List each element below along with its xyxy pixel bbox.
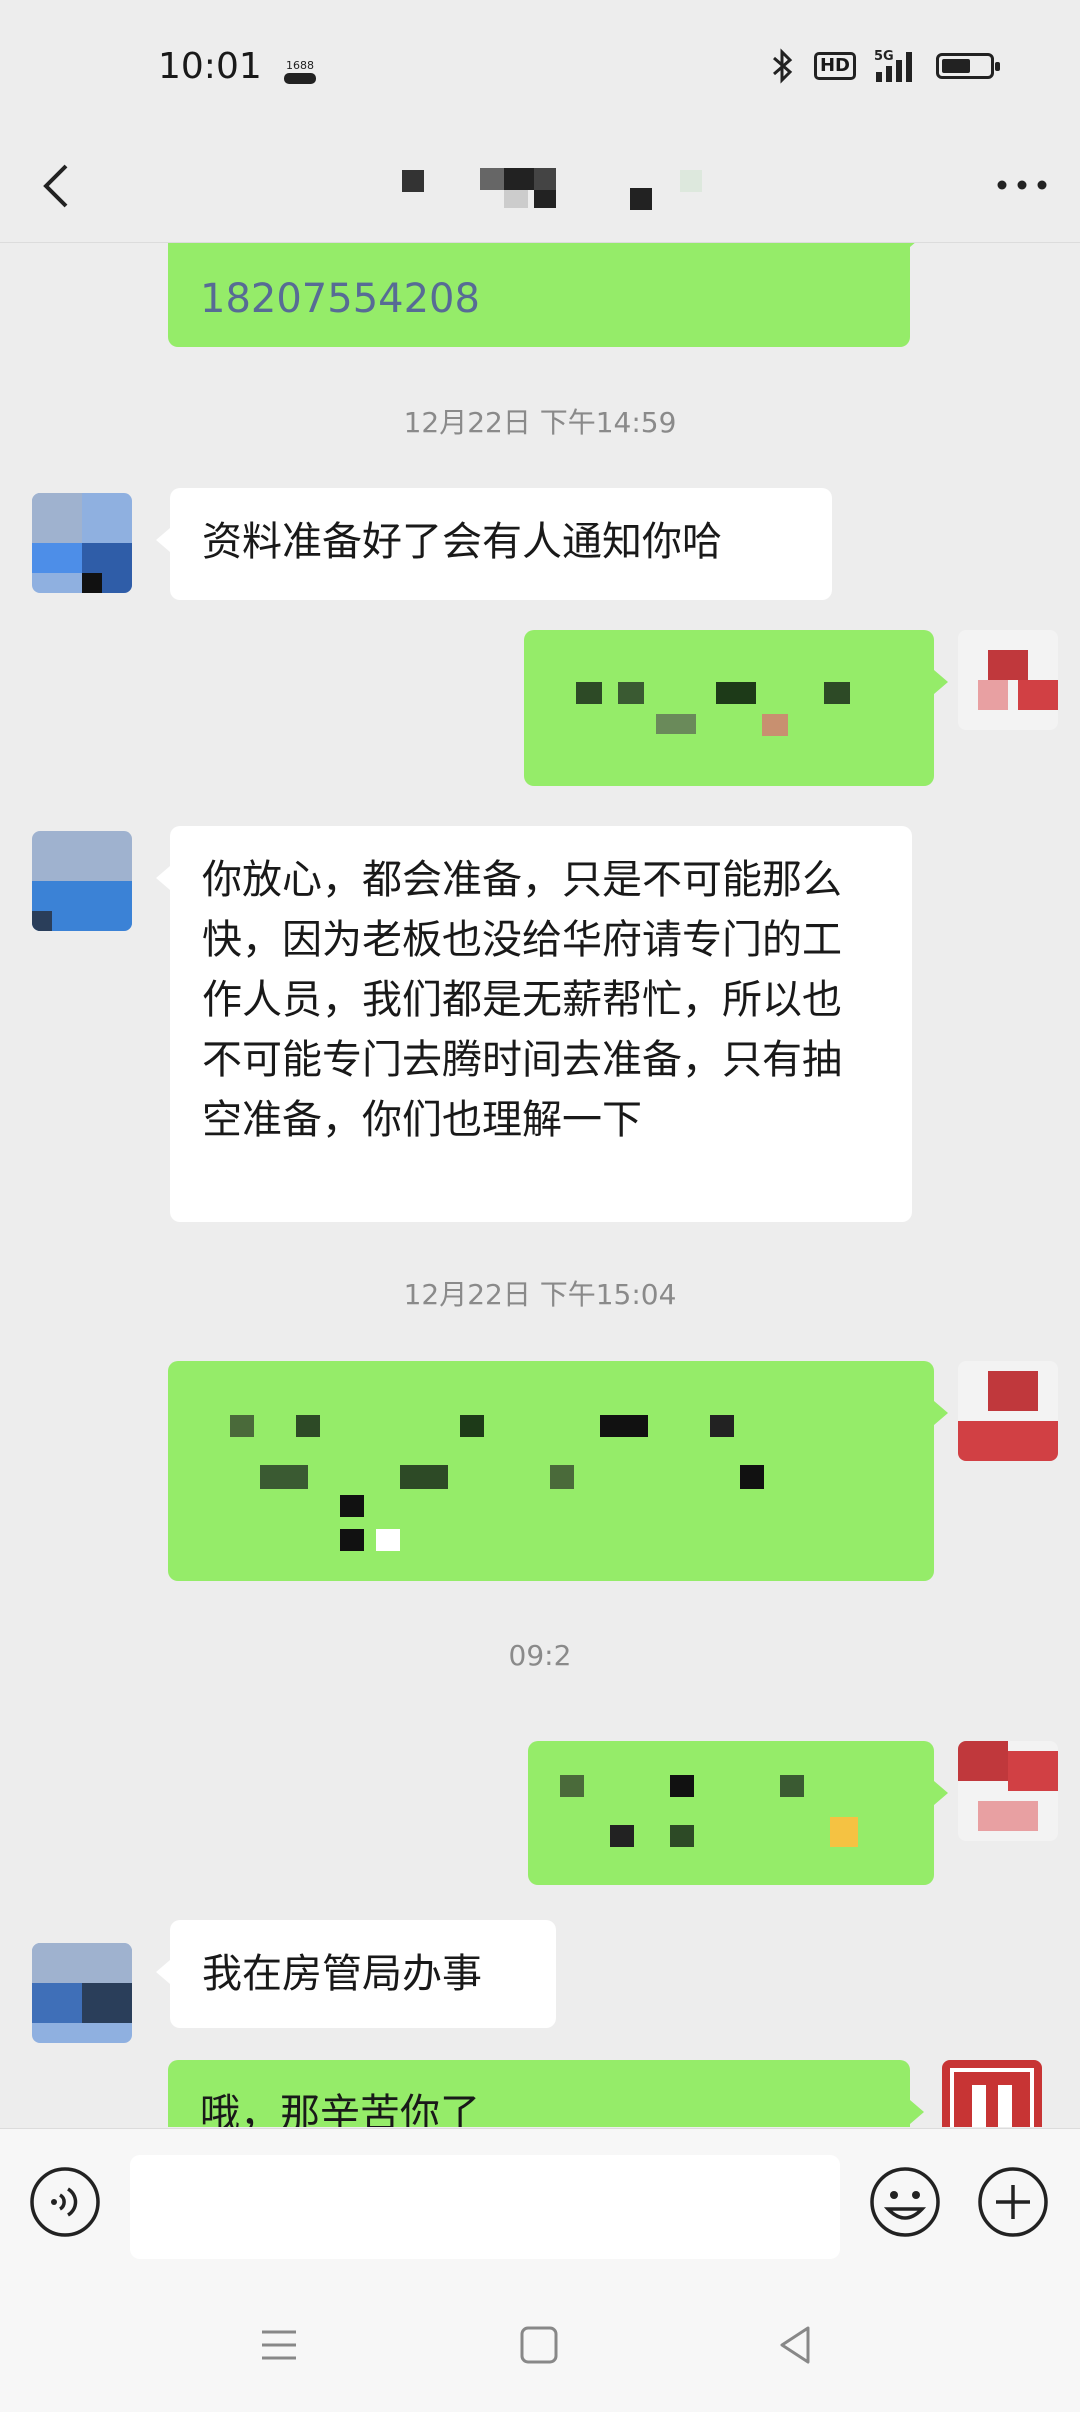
home-icon[interactable] (514, 2320, 564, 2370)
message-timestamp: 12月22日 下午15:04 (403, 1278, 677, 1311)
message-input[interactable] (130, 2155, 840, 2259)
status-bar: 10:01 1688 HD 5G (0, 0, 1080, 130)
svg-text:5G: 5G (874, 49, 894, 64)
clock: 10:01 (158, 46, 262, 87)
emoji-icon[interactable] (868, 2165, 942, 2239)
chat-header (0, 130, 1080, 243)
battery-icon (936, 53, 1000, 79)
more-options-icon[interactable] (992, 160, 1052, 210)
back-triangle-icon[interactable] (770, 2320, 820, 2370)
chat-title-pixelated (402, 168, 702, 210)
pixelated-message-content (230, 1415, 764, 1551)
phone-number-link[interactable]: 18207554208 (200, 269, 878, 329)
message-sent[interactable]: 18207554208 (168, 243, 924, 347)
message-text: 资料准备好了会有人通知你哈 (202, 519, 722, 565)
my-avatar[interactable] (958, 1361, 1058, 1461)
bluetooth-icon (772, 48, 793, 84)
menu-icon[interactable] (254, 2320, 304, 2370)
message-text: 你放心，都会准备，只是不可能那么快，因为老板也没给华府请专门的工作人员，我们都是… (202, 857, 842, 1143)
message-sent[interactable] (168, 1361, 948, 1581)
back-arrow-icon[interactable] (32, 158, 82, 214)
message-sent[interactable]: 哦，那辛苦你了 (168, 2060, 924, 2127)
input-bar (0, 2128, 1080, 2279)
message-received[interactable]: 我在房管局办事 (156, 1920, 556, 2028)
pixelated-message-content (576, 682, 850, 736)
message-text: 我在房管局办事 (202, 1951, 482, 1997)
my-avatar[interactable] (958, 1741, 1058, 1841)
message-text: 哦，那辛苦你了 (200, 2091, 480, 2127)
message-received[interactable]: 资料准备好了会有人通知你哈 (156, 488, 832, 600)
message-timestamp: 09:2 (508, 1639, 572, 1672)
message-sent[interactable] (528, 1741, 948, 1885)
my-avatar-seal[interactable] (942, 2060, 1042, 2127)
system-nav-bar (0, 2278, 1080, 2412)
hd-voice-icon: HD (813, 52, 856, 80)
plus-icon[interactable] (976, 2165, 1050, 2239)
my-avatar[interactable] (958, 630, 1058, 730)
contact-avatar[interactable] (32, 1943, 132, 2043)
pixelated-message-content (560, 1775, 858, 1847)
signal-5g-icon: 5G (874, 49, 912, 82)
voice-input-icon[interactable] (28, 2165, 102, 2239)
svg-text:1688: 1688 (286, 59, 314, 72)
status-icons: HD 5G (770, 48, 1000, 84)
message-sent[interactable] (524, 630, 948, 786)
message-list[interactable]: 18207554208 12月22日 下午14:59 资料准备好了会有人通知你哈 (0, 243, 1080, 2127)
message-timestamp: 12月22日 下午14:59 (403, 406, 677, 439)
app-notification-icon: 1688 (284, 59, 316, 84)
contact-avatar[interactable] (32, 493, 132, 593)
message-received[interactable]: 你放心，都会准备，只是不可能那么快，因为老板也没给华府请专门的工作人员，我们都是… (156, 826, 912, 1222)
contact-avatar[interactable] (32, 831, 132, 931)
